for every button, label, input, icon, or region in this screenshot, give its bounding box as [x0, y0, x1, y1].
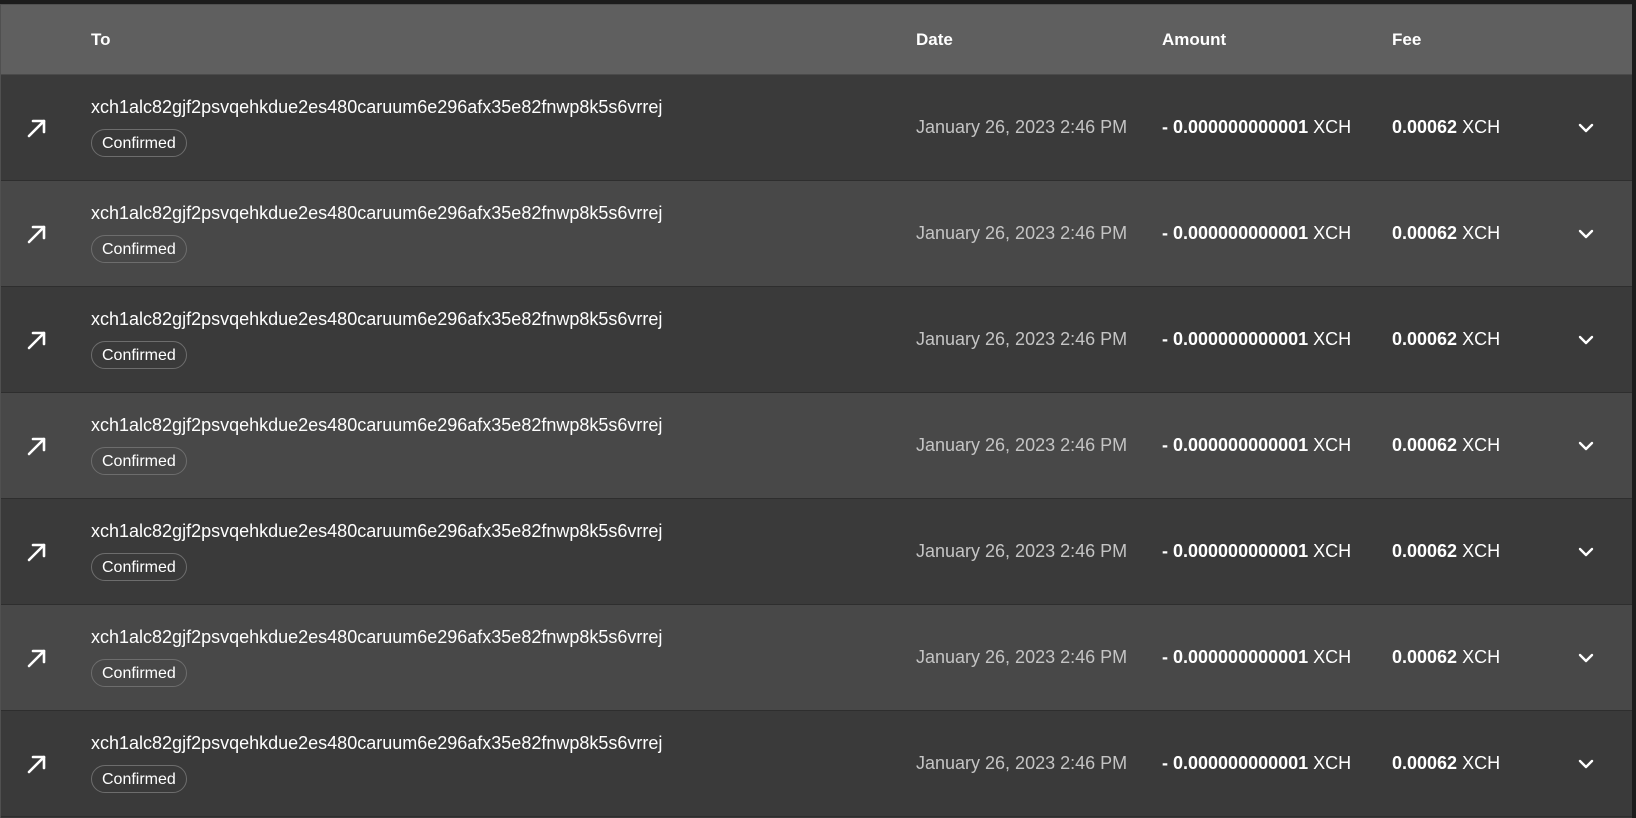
amount-sign: -: [1162, 223, 1173, 243]
table-row[interactable]: xch1alc82gjf2psvqehkdue2es480caruum6e296…: [1, 393, 1632, 499]
column-header-amount[interactable]: Amount: [1162, 5, 1226, 75]
chevron-down-icon[interactable]: [1573, 539, 1599, 565]
fee-unit: XCH: [1457, 117, 1501, 137]
transaction-fee: 0.00062 XCH: [1392, 499, 1500, 603]
fee-value: 0.00062: [1392, 435, 1458, 455]
table-row[interactable]: xch1alc82gjf2psvqehkdue2es480caruum6e296…: [1, 711, 1632, 817]
amount-sign: -: [1162, 117, 1173, 137]
table-row[interactable]: xch1alc82gjf2psvqehkdue2es480caruum6e296…: [1, 181, 1632, 287]
transaction-amount: - 0.000000000001 XCH: [1162, 393, 1351, 497]
arrow-up-right-icon: [27, 331, 46, 350]
amount-sign: -: [1162, 541, 1173, 561]
table-row[interactable]: xch1alc82gjf2psvqehkdue2es480caruum6e296…: [1, 499, 1632, 605]
fee-value: 0.00062: [1392, 223, 1458, 243]
amount-value: 0.000000000001: [1173, 541, 1309, 561]
transaction-amount: - 0.000000000001 XCH: [1162, 711, 1351, 815]
transactions-table: To Date Amount Fee xch1alc82gjf2psvqehkd…: [0, 4, 1632, 818]
recipient-address: xch1alc82gjf2psvqehkdue2es480caruum6e296…: [91, 203, 663, 223]
fee-unit: XCH: [1457, 329, 1501, 349]
transaction-amount: - 0.000000000001 XCH: [1162, 75, 1351, 179]
amount-sign: -: [1162, 647, 1173, 667]
fee-value: 0.00062: [1392, 541, 1458, 561]
column-header-fee[interactable]: Fee: [1392, 5, 1421, 75]
amount-unit: XCH: [1308, 329, 1352, 349]
column-header-to[interactable]: To: [91, 5, 111, 75]
amount-value: 0.000000000001: [1173, 753, 1309, 773]
table-row[interactable]: xch1alc82gjf2psvqehkdue2es480caruum6e296…: [1, 605, 1632, 711]
status-badge: Confirmed: [91, 765, 187, 793]
transaction-date: January 26, 2023 2:46 PM: [916, 435, 1128, 455]
arrow-up-right-icon: [27, 119, 46, 138]
amount-unit: XCH: [1308, 223, 1352, 243]
table-row[interactable]: xch1alc82gjf2psvqehkdue2es480caruum6e296…: [1, 75, 1632, 181]
amount-sign: -: [1162, 435, 1173, 455]
status-badge: Confirmed: [91, 553, 187, 581]
transaction-fee: 0.00062 XCH: [1392, 287, 1500, 391]
amount-unit: XCH: [1308, 753, 1352, 773]
amount-value: 0.000000000001: [1173, 117, 1309, 137]
amount-unit: XCH: [1308, 541, 1352, 561]
chevron-down-icon[interactable]: [1573, 221, 1599, 247]
fee-unit: XCH: [1457, 223, 1501, 243]
amount-value: 0.000000000001: [1173, 647, 1309, 667]
fee-unit: XCH: [1457, 753, 1501, 773]
amount-value: 0.000000000001: [1173, 435, 1309, 455]
arrow-up-right-icon: [27, 755, 46, 774]
transaction-fee: 0.00062 XCH: [1392, 75, 1500, 179]
transaction-date: January 26, 2023 2:46 PM: [916, 541, 1128, 561]
transaction-date: January 26, 2023 2:46 PM: [916, 647, 1128, 667]
recipient-address: xch1alc82gjf2psvqehkdue2es480caruum6e296…: [91, 627, 663, 647]
transaction-amount: - 0.000000000001 XCH: [1162, 605, 1351, 709]
status-badge: Confirmed: [91, 129, 187, 157]
table-body: xch1alc82gjf2psvqehkdue2es480caruum6e296…: [1, 75, 1632, 817]
arrow-up-right-icon: [27, 543, 46, 562]
transaction-date: January 26, 2023 2:46 PM: [916, 329, 1128, 349]
transaction-fee: 0.00062 XCH: [1392, 711, 1500, 815]
transaction-amount: - 0.000000000001 XCH: [1162, 181, 1351, 285]
arrow-up-right-icon: [27, 437, 46, 456]
chevron-down-icon[interactable]: [1573, 433, 1599, 459]
fee-value: 0.00062: [1392, 753, 1458, 773]
transaction-date: January 26, 2023 2:46 PM: [916, 753, 1128, 773]
transaction-fee: 0.00062 XCH: [1392, 393, 1500, 497]
recipient-address: xch1alc82gjf2psvqehkdue2es480caruum6e296…: [91, 733, 663, 753]
status-badge: Confirmed: [91, 447, 187, 475]
chevron-down-icon[interactable]: [1573, 751, 1599, 777]
column-header-date[interactable]: Date: [916, 5, 953, 75]
recipient-address: xch1alc82gjf2psvqehkdue2es480caruum6e296…: [91, 521, 663, 541]
transaction-date: January 26, 2023 2:46 PM: [916, 223, 1128, 243]
fee-unit: XCH: [1457, 541, 1501, 561]
table-row[interactable]: xch1alc82gjf2psvqehkdue2es480caruum6e296…: [1, 287, 1632, 393]
amount-unit: XCH: [1308, 647, 1352, 667]
arrow-up-right-icon: [27, 225, 46, 244]
transaction-date: January 26, 2023 2:46 PM: [916, 117, 1128, 137]
fee-unit: XCH: [1457, 435, 1501, 455]
amount-sign: -: [1162, 329, 1173, 349]
amount-unit: XCH: [1308, 435, 1352, 455]
transaction-fee: 0.00062 XCH: [1392, 605, 1500, 709]
table-header: To Date Amount Fee: [1, 5, 1632, 75]
transaction-fee: 0.00062 XCH: [1392, 181, 1500, 285]
chevron-down-icon[interactable]: [1573, 645, 1599, 671]
transaction-amount: - 0.000000000001 XCH: [1162, 287, 1351, 391]
fee-value: 0.00062: [1392, 329, 1458, 349]
chevron-down-icon[interactable]: [1573, 115, 1599, 141]
recipient-address: xch1alc82gjf2psvqehkdue2es480caruum6e296…: [91, 415, 663, 435]
arrow-up-right-icon: [27, 649, 46, 668]
fee-value: 0.00062: [1392, 117, 1458, 137]
amount-value: 0.000000000001: [1173, 329, 1309, 349]
fee-value: 0.00062: [1392, 647, 1458, 667]
amount-value: 0.000000000001: [1173, 223, 1309, 243]
recipient-address: xch1alc82gjf2psvqehkdue2es480caruum6e296…: [91, 97, 663, 117]
amount-sign: -: [1162, 753, 1173, 773]
fee-unit: XCH: [1457, 647, 1501, 667]
transaction-amount: - 0.000000000001 XCH: [1162, 499, 1351, 603]
amount-unit: XCH: [1308, 117, 1352, 137]
status-badge: Confirmed: [91, 341, 187, 369]
recipient-address: xch1alc82gjf2psvqehkdue2es480caruum6e296…: [91, 309, 663, 329]
status-badge: Confirmed: [91, 235, 187, 263]
chevron-down-icon[interactable]: [1573, 327, 1599, 353]
status-badge: Confirmed: [91, 659, 187, 687]
